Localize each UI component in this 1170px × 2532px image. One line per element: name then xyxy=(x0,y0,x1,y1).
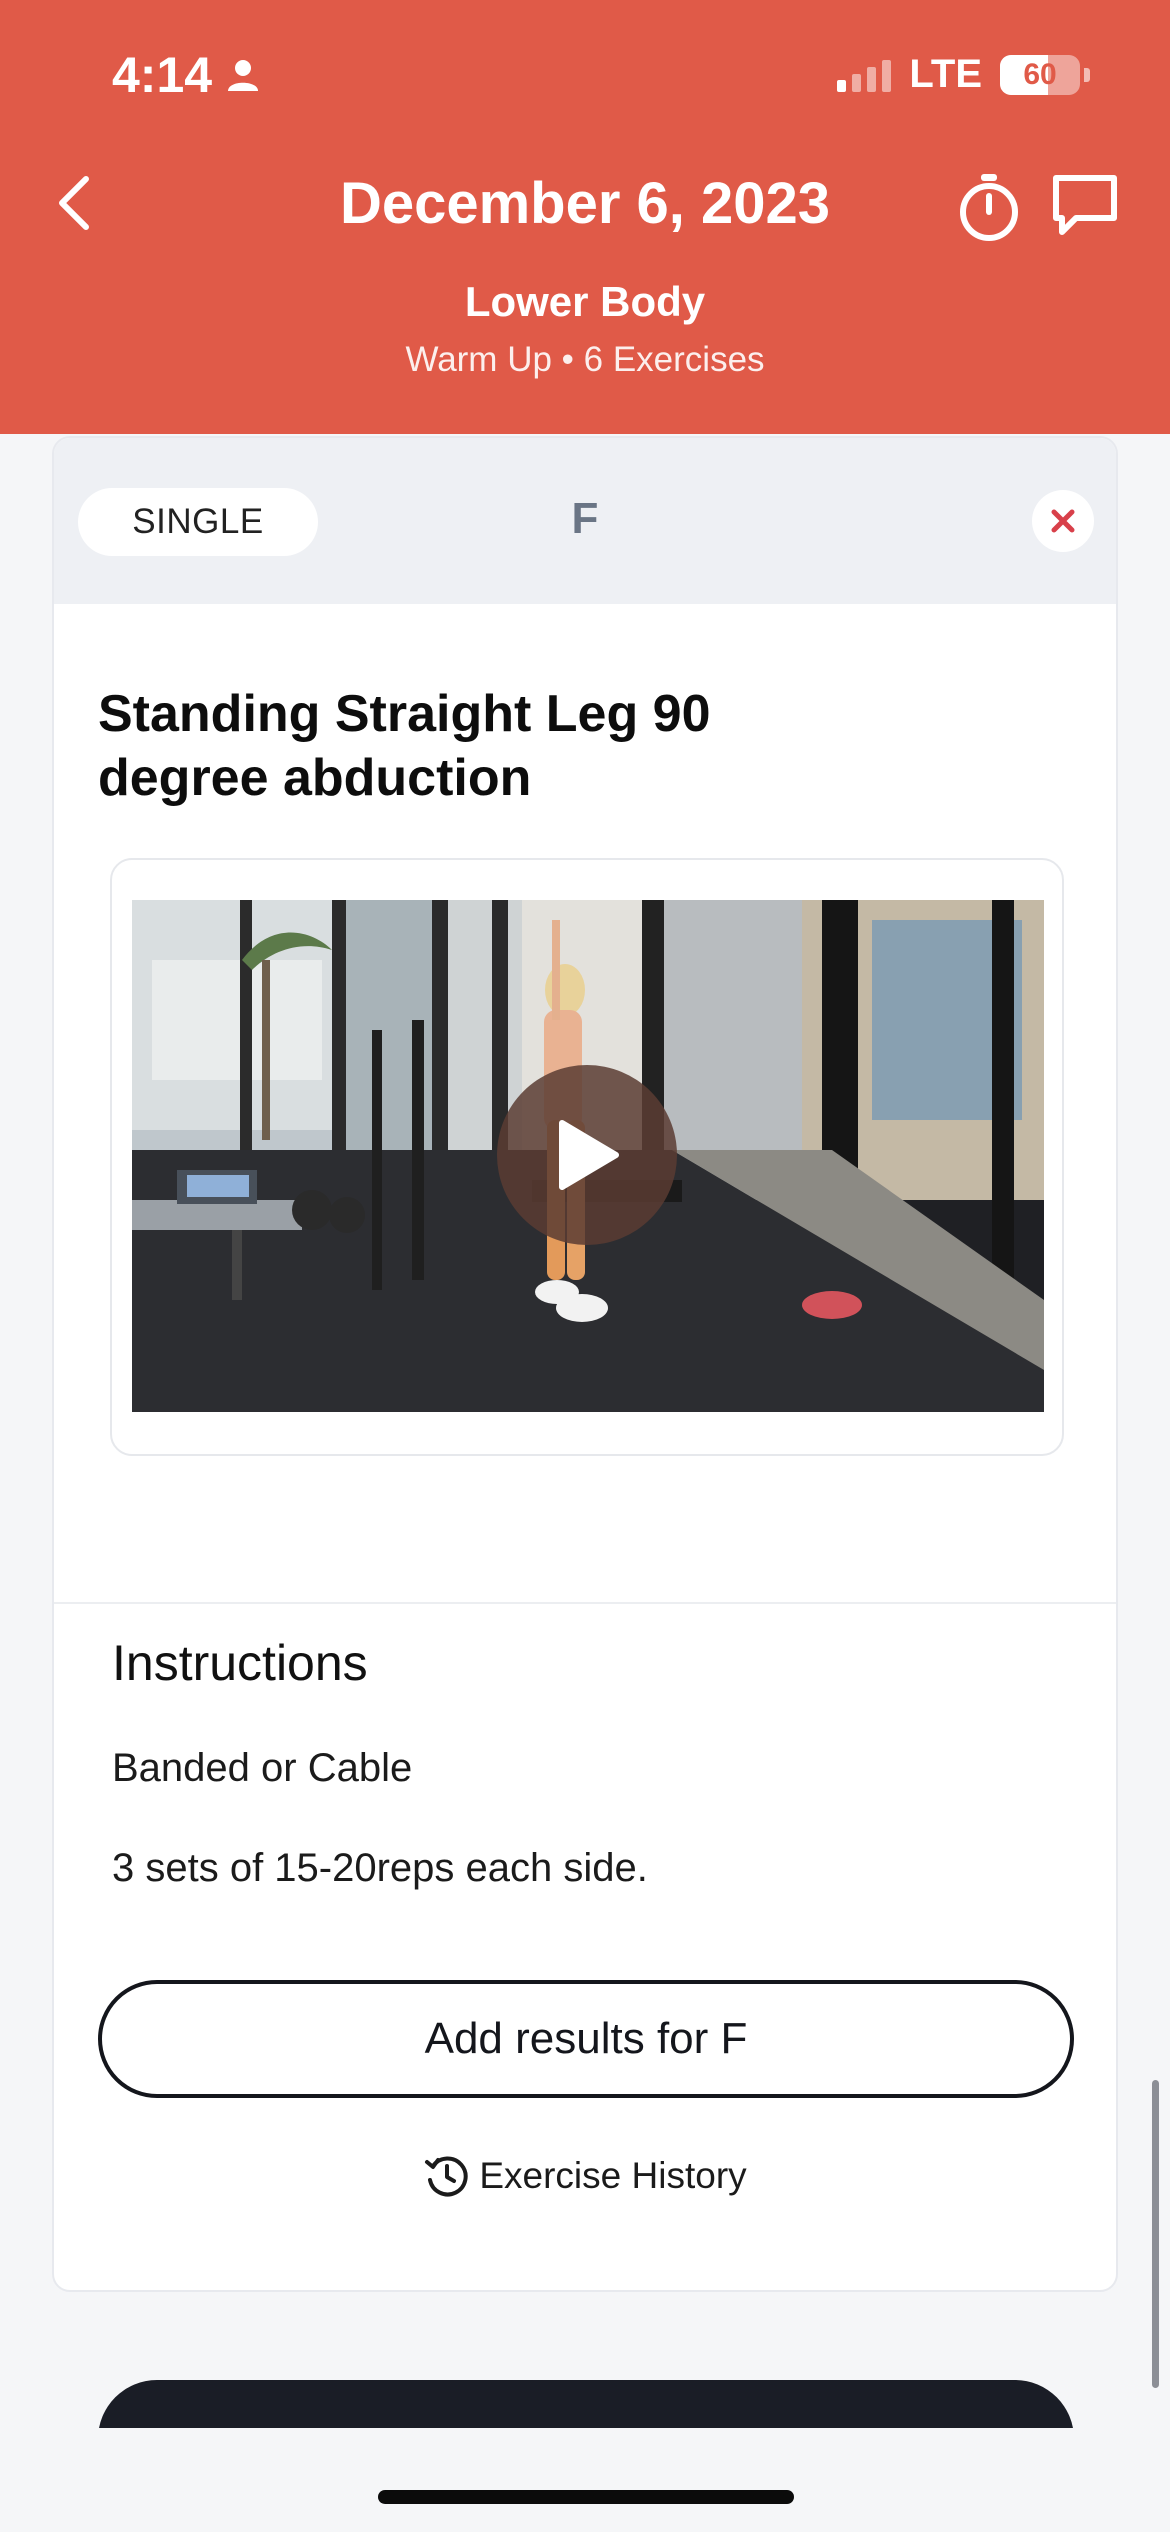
exercise-card: SINGLE F Standing Straight Leg 90 degree… xyxy=(52,436,1118,2292)
instruction-line: Banded or Cable xyxy=(112,1746,413,1790)
network-label: LTE xyxy=(909,52,982,96)
add-results-button[interactable]: Add results for F xyxy=(98,1980,1074,2098)
section-divider xyxy=(54,1602,1116,1604)
person-icon xyxy=(228,60,259,91)
play-icon xyxy=(559,1120,619,1190)
chat-bubble-icon xyxy=(1053,175,1117,235)
app-screen: 4:14 LTE 60 December 6, 2023 Lower Body … xyxy=(0,0,1170,2532)
exercise-card-header: SINGLE F xyxy=(54,438,1116,604)
close-icon xyxy=(1051,509,1075,533)
instructions-heading: Instructions xyxy=(112,1635,368,1691)
video-container xyxy=(110,858,1064,1456)
workout-name: Lower Body xyxy=(464,278,706,325)
exercise-history-label: Exercise History xyxy=(479,2155,747,2196)
timer-button[interactable] xyxy=(956,172,1022,242)
chat-button[interactable] xyxy=(1050,172,1120,238)
clock-text: 4:14 xyxy=(112,47,213,103)
exercise-history-link[interactable]: Exercise History xyxy=(54,2152,1116,2200)
history-clock-icon xyxy=(425,2156,468,2197)
battery-icon: 60 xyxy=(1000,54,1080,95)
instruction-line: 3 sets of 15-20reps each side. xyxy=(112,1846,648,1890)
bottom-safe-area xyxy=(0,2428,1170,2532)
status-time: 4:14 xyxy=(112,46,260,104)
scrollbar[interactable] xyxy=(1152,2080,1159,2388)
battery-percent: 60 xyxy=(1023,57,1057,91)
cellular-signal-icon xyxy=(837,58,892,92)
play-button[interactable] xyxy=(497,1065,677,1245)
battery-tip xyxy=(1084,67,1090,82)
remove-exercise-button[interactable] xyxy=(1032,490,1094,552)
exercise-letter: F xyxy=(571,494,599,543)
exercise-video[interactable] xyxy=(132,900,1044,1412)
status-indicators: LTE 60 xyxy=(837,52,1090,97)
stopwatch-icon xyxy=(960,174,1018,241)
exercise-title: Standing Straight Leg 90 degree abductio… xyxy=(98,685,711,807)
workout-header: 4:14 LTE 60 December 6, 2023 Lower Body … xyxy=(0,0,1170,434)
workout-meta: Warm Up • 6 Exercises xyxy=(405,340,765,379)
home-indicator[interactable] xyxy=(378,2490,794,2504)
